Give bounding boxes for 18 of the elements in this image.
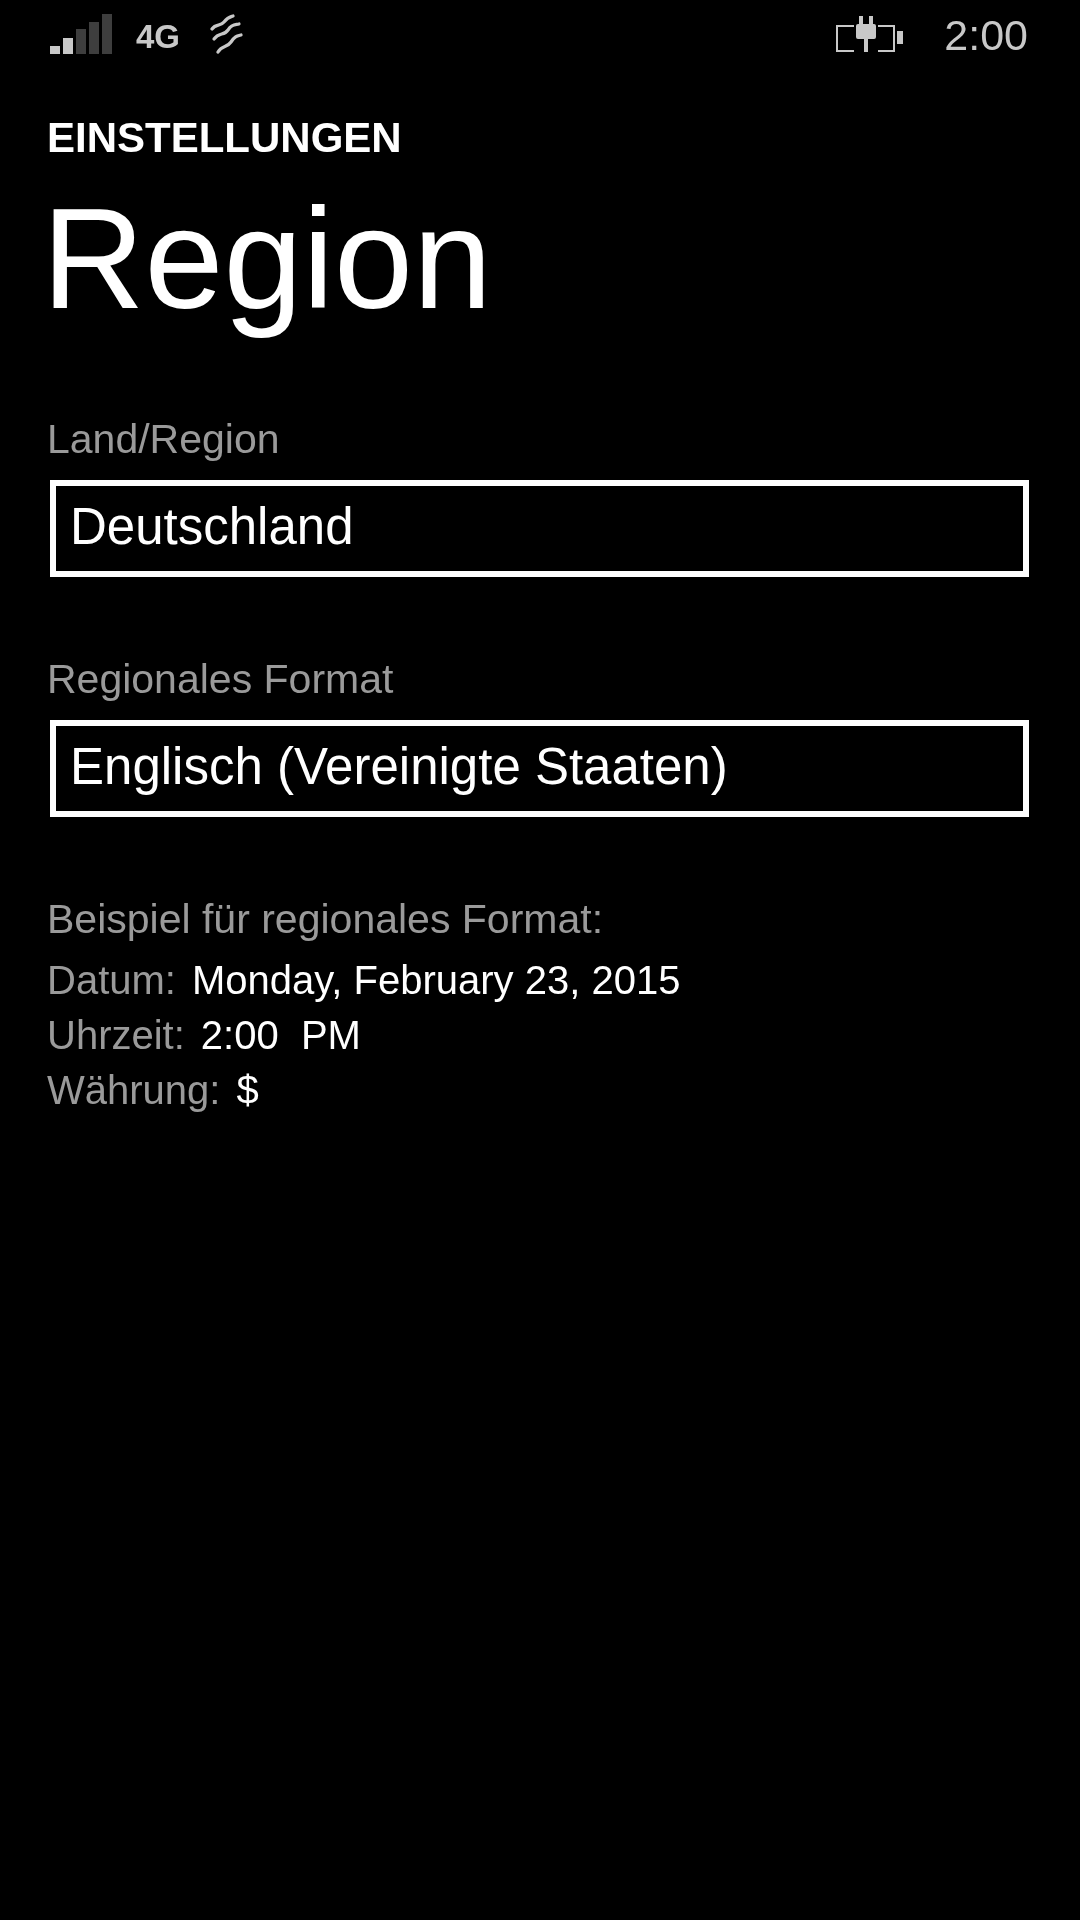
network-type: 4G bbox=[136, 16, 181, 53]
clock-time: 2:00 bbox=[944, 11, 1028, 57]
signal-strength-icon bbox=[50, 14, 112, 54]
example-heading: Beispiel für regionales Format: bbox=[47, 899, 604, 940]
wavy-lines-icon bbox=[208, 14, 244, 54]
field-label: Regionales Format bbox=[47, 659, 394, 700]
picker-field[interactable]: Deutschland bbox=[50, 480, 1029, 577]
example-label: Währung: bbox=[47, 1067, 221, 1114]
battery-plug-icon bbox=[836, 16, 904, 52]
field-label: Land/Region bbox=[47, 419, 280, 460]
section-title: EINSTELLUNGEN bbox=[47, 117, 402, 159]
example-value: Monday, February 23, 2015 bbox=[191, 957, 681, 1004]
example-label: Uhrzeit: bbox=[47, 1012, 185, 1059]
page-title: Region bbox=[42, 178, 492, 340]
example-label: Datum: bbox=[47, 957, 176, 1004]
example-value: $ bbox=[236, 1067, 259, 1114]
picker-field[interactable]: Englisch (Vereinigte Staaten) bbox=[50, 720, 1029, 817]
example-value: 2:00 PM bbox=[200, 1012, 361, 1059]
